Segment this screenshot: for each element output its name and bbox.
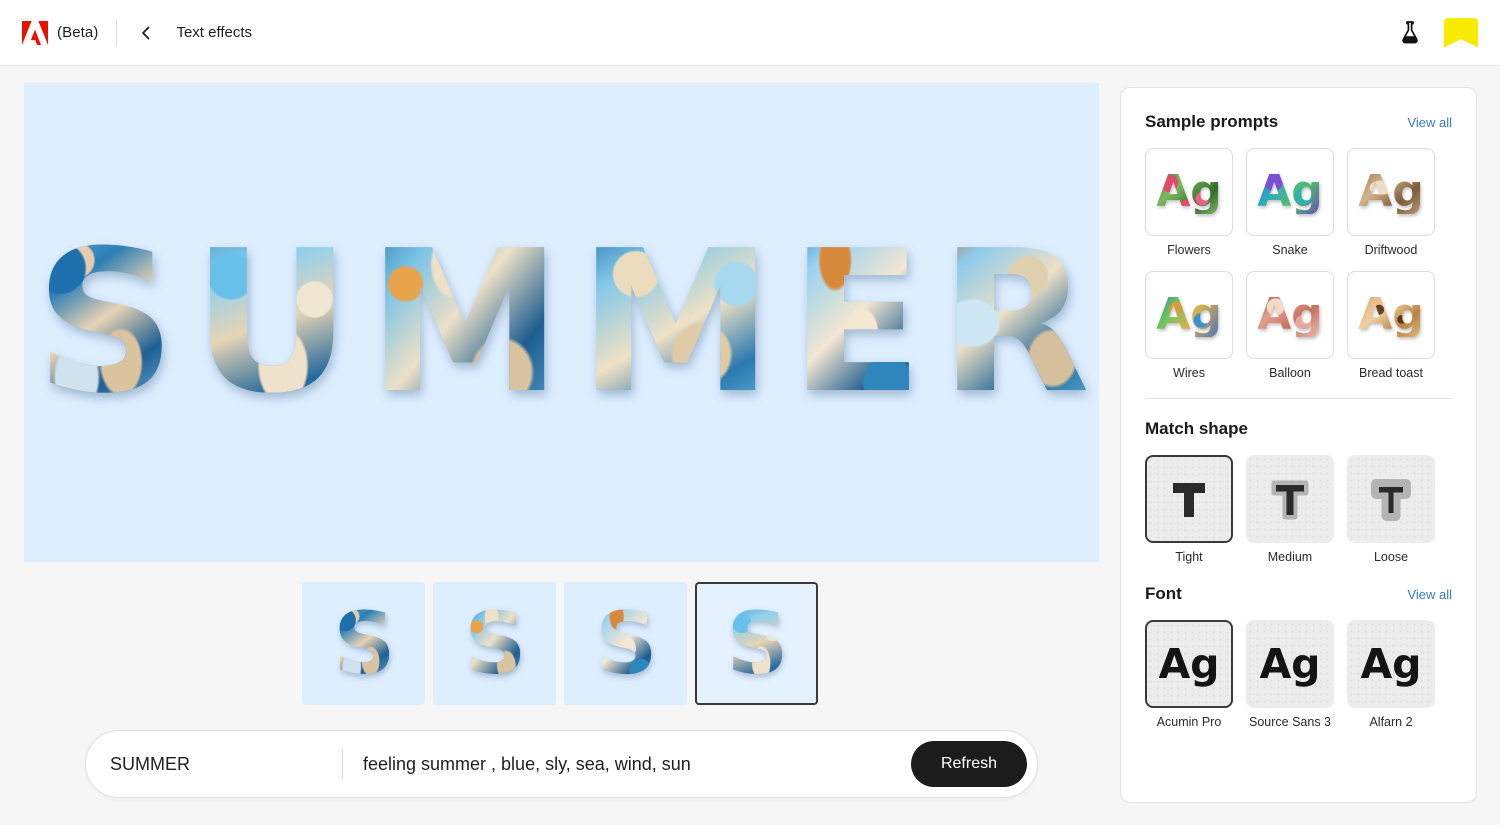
font-tile-acumin-pro[interactable]: Ag (1145, 620, 1233, 708)
letter-t-loose-icon (1371, 479, 1411, 521)
ag-preview-icon: Ag (1257, 166, 1323, 217)
variant-letter: S (464, 593, 525, 694)
flask-glyph (1402, 20, 1418, 43)
text-input[interactable] (110, 753, 342, 775)
canvas-letter: R (939, 208, 1089, 437)
font-label: Source Sans 3 (1249, 715, 1331, 729)
sample-prompt-item: Ag Flowers (1145, 148, 1233, 257)
variant-letter: S (726, 593, 787, 694)
match-shape-item: Tight (1145, 455, 1233, 564)
variant-thumbnail[interactable]: S (564, 582, 687, 705)
sample-prompts-title: Sample prompts (1145, 112, 1279, 131)
sidebar-divider (1145, 398, 1452, 399)
variant-thumbnail[interactable]: S (302, 582, 425, 705)
sample-prompt-tile[interactable]: Ag (1145, 271, 1233, 359)
match-shape-label: Tight (1175, 550, 1203, 564)
prompt-divider (342, 749, 343, 779)
sample-prompt-tile[interactable]: Ag (1347, 148, 1435, 236)
page-title: Text effects (176, 24, 253, 41)
variant-letter: S (595, 593, 656, 694)
sample-prompt-label: Flowers (1167, 243, 1211, 257)
match-shape-row: Tight Medium Loose (1145, 455, 1452, 564)
variant-thumbnail-selected[interactable]: S (695, 582, 818, 705)
sample-prompt-item: Ag Snake (1246, 148, 1334, 257)
canvas-letter: M (367, 208, 561, 437)
ag-preview-icon: Ag (1358, 289, 1424, 340)
sample-prompt-tile[interactable]: Ag (1246, 148, 1334, 236)
flask-icon[interactable] (1398, 20, 1422, 46)
app-header: (Beta) Text effects (0, 0, 1500, 66)
ag-font-preview: Ag (1259, 639, 1321, 688)
prompt-bar: Refresh (85, 730, 1038, 798)
adobe-logo-icon (22, 20, 48, 45)
font-tile-alfarn-2[interactable]: Ag (1347, 620, 1435, 708)
ag-preview-icon: Ag (1156, 289, 1222, 340)
header-divider (116, 19, 118, 46)
header-left-group: (Beta) Text effects (22, 19, 253, 46)
sample-prompt-item: Ag Bread toast (1347, 271, 1435, 380)
ag-font-preview: Ag (1360, 639, 1422, 688)
sample-prompt-label: Snake (1272, 243, 1308, 257)
canvas-letter: S (34, 208, 175, 437)
font-view-all[interactable]: View all (1407, 587, 1452, 602)
sample-prompt-label: Balloon (1269, 366, 1311, 380)
ag-preview-icon: Ag (1257, 289, 1323, 340)
font-item: Ag Source Sans 3 (1246, 620, 1334, 729)
beta-label: (Beta) (57, 24, 99, 41)
variant-letter: S (333, 593, 394, 694)
sample-prompt-label: Bread toast (1359, 366, 1423, 380)
match-shape-tile-loose[interactable] (1347, 455, 1435, 543)
match-shape-tile-tight[interactable] (1145, 455, 1233, 543)
match-shape-label: Medium (1267, 550, 1313, 564)
font-label: Acumin Pro (1156, 715, 1222, 729)
font-row: Ag Acumin Pro Ag Source Sans 3 Ag Alfarn… (1145, 620, 1452, 729)
variant-thumbnail-strip: S S S S (302, 582, 818, 705)
font-item: Ag Acumin Pro (1145, 620, 1233, 729)
adobe-logo[interactable] (22, 20, 48, 45)
font-item: Ag Alfarn 2 (1347, 620, 1435, 729)
sample-prompts-row: Ag Wires Ag Balloon Ag Bread toast (1145, 271, 1452, 380)
prompt-input[interactable] (363, 753, 911, 775)
ag-preview-icon: Ag (1156, 166, 1222, 217)
match-shape-item: Loose (1347, 455, 1435, 564)
canvas-letter: M (578, 208, 772, 437)
sample-prompt-tile[interactable]: Ag (1347, 271, 1435, 359)
font-header: Font View all (1145, 584, 1452, 604)
settings-sidebar: Sample prompts View all Ag Flowers Ag Sn… (1120, 87, 1477, 803)
sample-prompt-label: Driftwood (1364, 243, 1418, 257)
ag-preview-icon: Ag (1358, 166, 1424, 217)
chevron-left-icon[interactable] (135, 22, 157, 44)
main-stage: S U M M E R S S S S Refresh Sample (0, 66, 1500, 825)
canvas-word: S U M M E R (24, 83, 1099, 562)
chevron-left-glyph (142, 26, 150, 39)
font-label: Alfarn 2 (1369, 715, 1413, 729)
match-shape-tile-medium[interactable] (1246, 455, 1334, 543)
match-shape-label: Loose (1373, 550, 1409, 564)
sample-prompts-header: Sample prompts View all (1145, 112, 1452, 132)
sample-prompt-item: Ag Balloon (1246, 271, 1334, 380)
canvas-letter: U (192, 208, 350, 437)
font-tile-source-sans-3[interactable]: Ag (1246, 620, 1334, 708)
sample-prompt-tile[interactable]: Ag (1246, 271, 1334, 359)
font-title: Font (1145, 584, 1182, 603)
sample-prompts-row: Ag Flowers Ag Snake Ag Driftwood (1145, 148, 1452, 257)
sample-prompt-label: Wires (1173, 366, 1205, 380)
letter-t-tight-icon (1173, 483, 1205, 517)
ag-font-preview: Ag (1158, 639, 1220, 688)
match-shape-item: Medium (1246, 455, 1334, 564)
refresh-button[interactable]: Refresh (910, 741, 1027, 787)
sample-prompts-view-all[interactable]: View all (1407, 115, 1452, 130)
variant-thumbnail[interactable]: S (433, 582, 556, 705)
letter-t-medium-icon (1271, 480, 1309, 520)
sample-prompt-tile[interactable]: Ag (1145, 148, 1233, 236)
effect-canvas[interactable]: S U M M E R (24, 83, 1099, 562)
canvas-letter: E (789, 208, 922, 437)
header-right-group (1398, 17, 1478, 48)
sample-prompt-item: Ag Wires (1145, 271, 1233, 380)
match-shape-title: Match shape (1145, 419, 1248, 438)
sample-prompt-item: Ag Driftwood (1347, 148, 1435, 257)
avatar[interactable] (1444, 17, 1478, 48)
